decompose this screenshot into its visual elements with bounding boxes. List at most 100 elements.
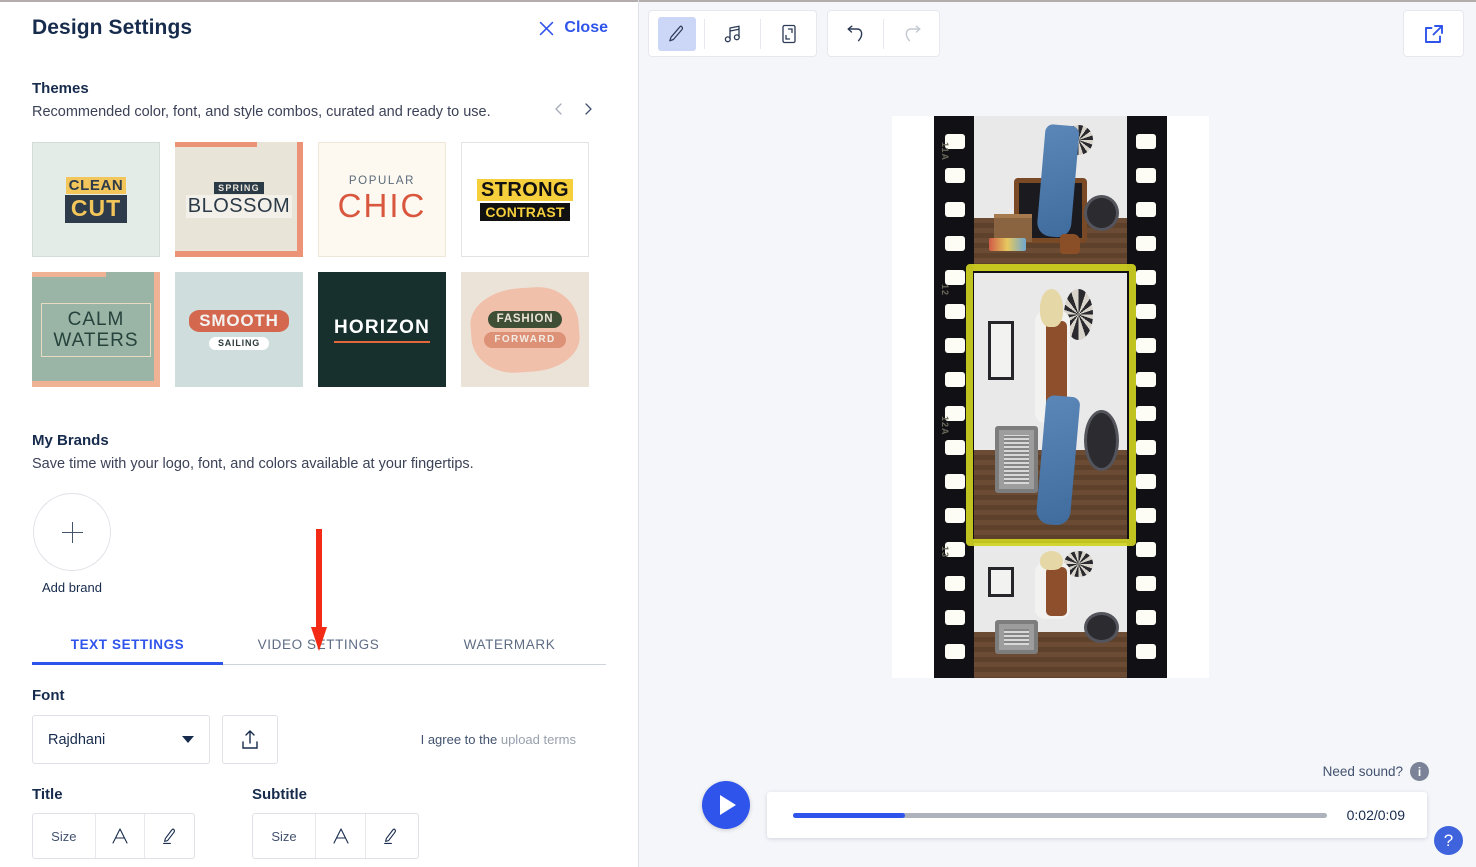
add-brand-label: Add brand (42, 580, 102, 595)
video-preview[interactable]: 11A 12 12A 13 (892, 116, 1209, 678)
resize-crop-tool[interactable] (761, 11, 816, 56)
time-display: 0:02/0:09 (1346, 807, 1405, 823)
accent-bar-right (297, 142, 303, 257)
page-title: Design Settings (32, 16, 193, 39)
settings-tabs-section: TEXT SETTINGS VIDEO SETTINGS WATERMARK F… (0, 627, 638, 859)
theme-line2: BLOSSOM (185, 194, 293, 218)
theme-line2: FORWARD (484, 332, 566, 348)
chevron-right-icon (585, 103, 592, 115)
theme-card-smooth-sailing[interactable]: SMOOTH SAILING (175, 272, 303, 387)
crop-frame-icon (781, 24, 796, 43)
history-toolbar (827, 10, 940, 57)
need-sound-hint: Need sound? i (1323, 762, 1429, 781)
themes-carousel-nav (553, 103, 606, 115)
design-settings-app: Design Settings Close Themes Recommended… (0, 0, 1476, 867)
seek-progress-fill (793, 812, 906, 818)
chevron-left-icon (555, 103, 562, 115)
external-link-icon (1424, 24, 1443, 43)
subtitle-font-button[interactable] (315, 814, 365, 858)
film-code-label: 12 (940, 284, 950, 297)
film-code-label: 11A (940, 142, 950, 162)
help-button[interactable]: ? (1434, 826, 1463, 855)
title-toolbar: Size (32, 813, 195, 859)
letter-a-icon (112, 828, 128, 844)
seek-track[interactable] (793, 812, 1327, 818)
theme-card-clean-cut[interactable]: CLEAN CUT (32, 142, 160, 257)
upload-terms-link[interactable]: upload terms (501, 732, 576, 747)
theme-line2: CUT (64, 194, 128, 223)
tab-text-settings[interactable]: TEXT SETTINGS (32, 627, 223, 664)
theme-line1: CLEAN (65, 176, 127, 194)
font-select[interactable]: Rajdhani (32, 715, 210, 764)
close-icon (540, 21, 554, 35)
title-color-button[interactable] (144, 814, 194, 858)
theme-line1: SMOOTH (189, 309, 289, 332)
film-frame-3 (974, 543, 1127, 678)
my-brands-description: Save time with your logo, font, and colo… (32, 456, 474, 472)
subtitle-color-button[interactable] (365, 814, 415, 858)
theme-card-fashion-forward[interactable]: FASHION FORWARD (461, 272, 589, 387)
theme-card-calm-waters[interactable]: CALM WATERS (32, 272, 160, 387)
active-tab-indicator (32, 662, 223, 665)
export-button[interactable] (1403, 10, 1464, 57)
film-code-label: 13 (940, 546, 950, 559)
accent-bar-top (32, 272, 107, 277)
filmstrip: 11A 12 12A 13 (934, 116, 1167, 678)
accent-bar-bottom (175, 251, 303, 257)
letter-a-icon (332, 828, 349, 844)
accent-bar-top (175, 142, 257, 147)
highlighter-icon (162, 828, 175, 844)
themes-next-button[interactable] (582, 103, 594, 115)
film-frame-1 (974, 116, 1127, 271)
theme-card-spring-blossom[interactable]: SPRING BLOSSOM (175, 142, 303, 257)
music-note-tool[interactable] (705, 11, 760, 56)
upload-terms-text: I agree to the upload terms (421, 732, 606, 747)
theme-line1: FASHION (487, 311, 563, 328)
subtitle-toolbar: Size (252, 813, 419, 859)
highlighter-icon (383, 828, 396, 844)
title-subtitle-row: Title Size Subtitle Size (32, 786, 606, 859)
design-settings-panel: Design Settings Close Themes Recommended… (0, 0, 639, 867)
close-button[interactable]: Close (538, 19, 608, 37)
redo-button[interactable] (884, 11, 939, 56)
chevron-down-icon (182, 736, 194, 743)
play-button[interactable] (702, 781, 750, 829)
theme-line1: POPULAR (348, 175, 416, 187)
my-brands-title: My Brands (32, 432, 109, 449)
info-icon[interactable]: i (1410, 762, 1429, 781)
title-size-button[interactable]: Size (33, 814, 95, 858)
film-code-label: 12A (940, 416, 950, 436)
undo-button[interactable] (828, 11, 883, 56)
add-brand-button[interactable] (33, 493, 111, 571)
tab-watermark[interactable]: WATERMARK (414, 627, 605, 664)
theme-card-popular-chic[interactable]: POPULAR CHIC (318, 142, 446, 257)
subtitle-field-group: Subtitle Size (252, 786, 419, 859)
agree-label: I agree to the (420, 732, 498, 747)
stage-top-divider (639, 0, 1476, 2)
theme-card-strong-contrast[interactable]: STRONG CONTRAST (461, 142, 589, 257)
brush-stroke-decoration (468, 284, 582, 376)
theme-line1: CALM (67, 308, 125, 330)
theme-line2: SAILING (208, 336, 270, 350)
edit-pencil-tool[interactable] (649, 11, 704, 56)
title-font-button[interactable] (94, 814, 145, 858)
themes-prev-button[interactable] (553, 103, 565, 115)
themes-title: Themes (32, 80, 89, 97)
font-select-value: Rajdhani (48, 731, 106, 748)
theme-line1: SPRING (214, 181, 264, 194)
font-label: Font (32, 687, 65, 704)
main-toolbar (648, 10, 817, 57)
theme-line1: HORIZON (333, 317, 430, 343)
theme-card-horizon[interactable]: HORIZON (318, 272, 446, 387)
theme-line2: CHIC (337, 187, 427, 224)
undo-icon (847, 25, 862, 41)
tab-video-settings[interactable]: VIDEO SETTINGS (223, 627, 414, 664)
add-brand-wrapper: Add brand (32, 493, 112, 595)
upload-font-button[interactable] (222, 715, 278, 764)
seek-bar-card: 0:02/0:09 (767, 792, 1427, 838)
close-label: Close (564, 19, 608, 36)
subtitle-size-button[interactable]: Size (253, 814, 315, 858)
yellow-highlight-frame (966, 264, 1136, 546)
redo-icon (905, 25, 920, 41)
need-sound-label: Need sound? (1322, 764, 1403, 779)
